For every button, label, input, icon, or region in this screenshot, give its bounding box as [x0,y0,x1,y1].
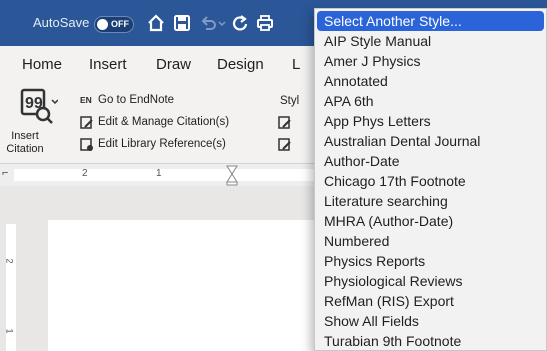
style-menu-item[interactable]: Chicago 17th Footnote [315,171,546,191]
style-menu-item[interactable]: Australian Dental Journal [315,131,546,151]
style-menu-item[interactable]: Physics Reports [315,251,546,271]
undo-icon[interactable] [198,13,218,33]
insert-citation-icon: 99 [20,88,58,124]
tab-draw[interactable]: Draw [156,56,191,73]
style-menu-item[interactable]: Show All Fields [315,311,546,331]
autosave-label: AutoSave [33,15,90,30]
insert-citation-label-line1: Insert [11,130,39,142]
edit-library-references-button[interactable]: Edit Library Reference(s) [98,138,226,150]
style-menu-item[interactable]: MHRA (Author-Date) [315,211,546,231]
tab-insert[interactable]: Insert [89,56,127,73]
tab-stop-icon[interactable]: ⌐ [2,167,8,179]
style-menu-item[interactable]: Author-Date [315,151,546,171]
style-menu-item[interactable]: AIP Style Manual [315,31,546,51]
ruler-number: 1 [156,168,162,179]
undo-chevron-icon[interactable] [217,13,227,33]
select-another-style-item[interactable]: Select Another Style... [317,11,544,31]
ruler-number: 2 [82,168,88,179]
autosave-toggle[interactable]: OFF [94,16,134,33]
tab-home[interactable]: Home [22,56,62,73]
edit-manage-citations-button[interactable]: Edit & Manage Citation(s) [98,116,229,128]
style-menu-item[interactable]: RefMan (RIS) Export [315,291,546,311]
edit-citation-icon [80,116,93,129]
toggle-state: OFF [111,19,129,29]
home-icon[interactable] [146,13,166,33]
style-label: Styl [280,95,300,107]
ruler-strip [14,169,314,181]
style-update-icon[interactable] [278,138,292,152]
style-menu-item[interactable]: Literature searching [315,191,546,211]
style-menu-item[interactable]: Amer J Physics [315,51,546,71]
style-menu-item[interactable]: Numbered [315,231,546,251]
endnote-badge-icon: EN [80,95,92,105]
indent-marker-icon[interactable] [226,164,238,186]
insert-citation-label-line2: Citation [6,143,44,155]
tab-design[interactable]: Design [217,56,264,73]
style-menu-item[interactable]: App Phys Letters [315,111,546,131]
edit-library-reference-icon [80,138,93,151]
vertical-ruler-number: 2 [4,258,15,264]
redo-icon[interactable] [230,13,250,33]
insert-citation-label: Insert Citation [0,130,50,156]
style-menu-item[interactable]: Physiological Reviews [315,271,546,291]
style-menu-item[interactable]: Annotated [315,71,546,91]
style-menu-item[interactable]: APA 6th [315,91,546,111]
vertical-ruler-number: 1 [4,328,15,334]
tab-layout[interactable]: L [292,56,300,73]
go-to-endnote-button[interactable]: Go to EndNote [98,94,174,106]
style-format-icon[interactable] [278,116,292,130]
print-icon[interactable] [255,13,275,33]
style-dropdown-menu: Select Another Style... AIP Style Manual A… [314,8,547,351]
style-menu-item[interactable]: Turabian 9th Footnote [315,331,546,351]
document-page[interactable] [48,220,318,351]
save-icon[interactable] [172,13,192,33]
toggle-knob [97,19,108,30]
